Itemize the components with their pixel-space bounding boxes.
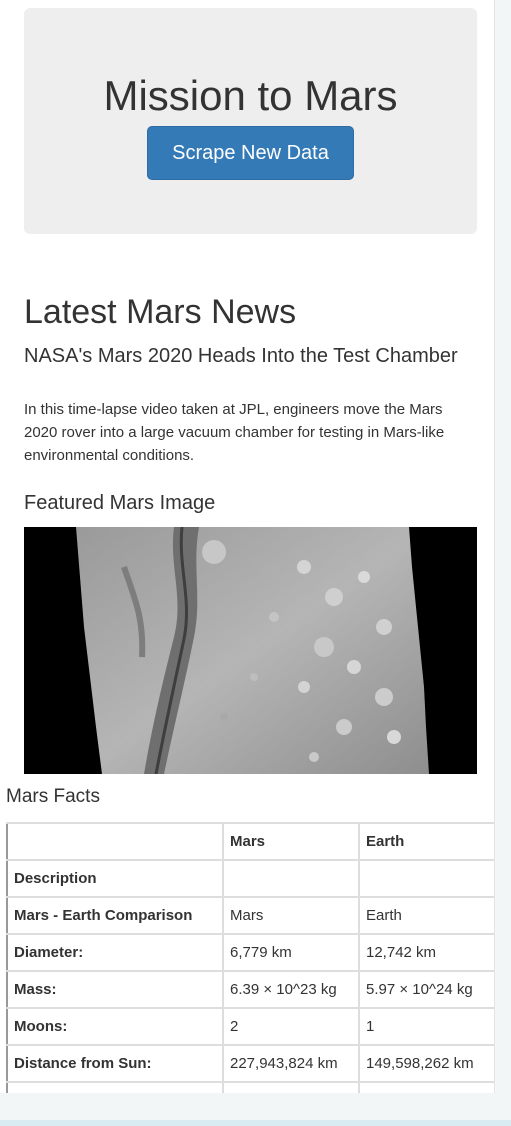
table-cell bbox=[222, 1081, 360, 1093]
table-cell: 1 bbox=[358, 1007, 494, 1046]
table-row-label: Diameter: bbox=[6, 933, 224, 972]
table-header-cell: Earth bbox=[358, 822, 494, 861]
table-row-label: Distance from Sun: bbox=[6, 1044, 224, 1083]
table-cell: 6,779 km bbox=[222, 933, 360, 972]
table-row: Mars - Earth Comparison Mars Earth bbox=[6, 896, 494, 935]
table-cell: Earth bbox=[358, 896, 494, 935]
table-row-label bbox=[6, 1081, 224, 1093]
scrape-new-data-button[interactable]: Scrape New Data bbox=[147, 126, 354, 180]
featured-mars-image bbox=[24, 527, 477, 774]
table-row-label: Mass: bbox=[6, 970, 224, 1009]
table-cell: 227,943,824 km bbox=[222, 1044, 360, 1083]
table-cell bbox=[358, 1081, 494, 1093]
table-cell: Mars bbox=[222, 896, 360, 935]
table-header-cell bbox=[6, 822, 224, 861]
table-row: Diameter: 6,779 km 12,742 km bbox=[6, 933, 494, 972]
mars-facts-table: Mars Earth Description Mars - Earth Comp… bbox=[6, 822, 494, 1093]
page-container: Mission to Mars Scrape New Data Latest M… bbox=[0, 0, 495, 1093]
table-cell: 6.39 × 10^23 kg bbox=[222, 970, 360, 1009]
table-cell: 149,598,262 km bbox=[358, 1044, 494, 1083]
featured-image-heading: Featured Mars Image bbox=[24, 492, 216, 514]
jumbotron: Mission to Mars Scrape New Data bbox=[24, 8, 477, 234]
table-row-label: Moons: bbox=[6, 1007, 224, 1046]
table-row: Distance from Sun: 227,943,824 km 149,59… bbox=[6, 1044, 494, 1083]
mars-terrain-image bbox=[24, 527, 477, 774]
page-title: Mission to Mars bbox=[103, 72, 398, 119]
table-row-label: Mars - Earth Comparison bbox=[6, 896, 224, 935]
table-row: Moons: 2 1 bbox=[6, 1007, 494, 1046]
table-cell: 5.97 × 10^24 kg bbox=[358, 970, 494, 1009]
table-row: Mass: 6.39 × 10^23 kg 5.97 × 10^24 kg bbox=[6, 970, 494, 1009]
table-cell bbox=[358, 859, 494, 898]
table-header-row: Mars Earth bbox=[6, 822, 494, 861]
table-cell: 12,742 km bbox=[358, 933, 494, 972]
table-cell: 2 bbox=[222, 1007, 360, 1046]
table-row: Description bbox=[6, 859, 494, 898]
table-row bbox=[6, 1081, 494, 1093]
bottom-bar bbox=[0, 1120, 511, 1126]
news-title: NASA's Mars 2020 Heads Into the Test Cha… bbox=[24, 345, 458, 367]
table-header-cell: Mars bbox=[222, 822, 360, 861]
table-cell bbox=[222, 859, 360, 898]
news-heading: Latest Mars News bbox=[24, 293, 297, 331]
news-body: In this time-lapse video taken at JPL, e… bbox=[24, 401, 445, 464]
table-row-label: Description bbox=[6, 859, 224, 898]
mars-facts-heading: Mars Facts bbox=[6, 786, 100, 807]
